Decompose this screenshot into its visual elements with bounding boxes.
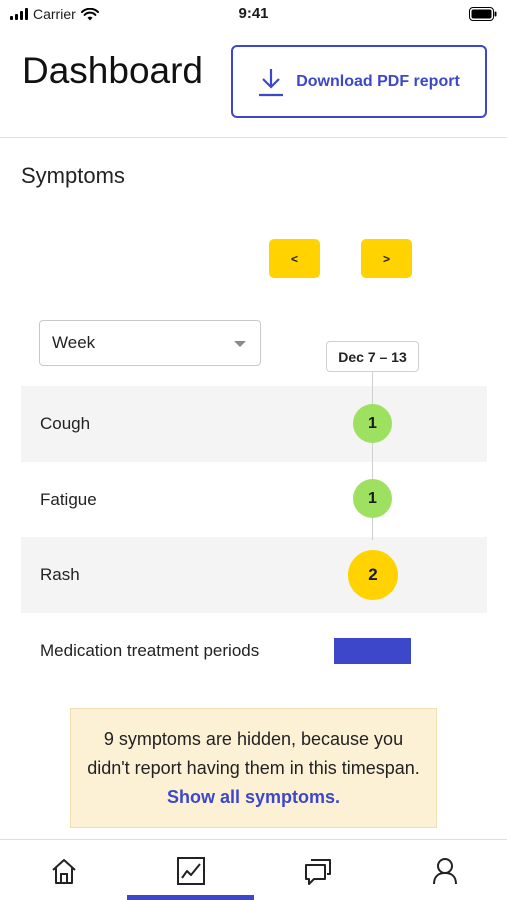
symptom-name: Rash <box>40 565 80 584</box>
prev-period-button[interactable]: < <box>269 239 320 278</box>
medication-label: Medication treatment periods <box>40 641 260 660</box>
tab-dashboard[interactable] <box>127 840 254 900</box>
status-bar: Carrier 9:41 <box>0 0 507 28</box>
tab-bar <box>0 839 507 900</box>
tab-messages[interactable] <box>254 840 381 900</box>
medication-period-bar[interactable] <box>334 638 411 664</box>
chart-icon <box>176 856 205 885</box>
period-select-value: Week <box>52 333 96 352</box>
page-title: Dashboard <box>22 50 204 91</box>
symptom-count-badge[interactable]: 1 <box>353 404 392 443</box>
section-title: Symptoms <box>21 163 125 188</box>
period-select[interactable]: Week <box>39 320 261 366</box>
notice-body: 9 symptoms are hidden, because you didn'… <box>85 725 422 812</box>
symptom-count-badge[interactable]: 2 <box>348 550 398 600</box>
caret-down-icon <box>234 341 246 347</box>
symptom-name: Cough <box>40 414 91 433</box>
tab-home[interactable] <box>0 840 127 900</box>
header: Dashboard Download PDF report <box>0 28 507 138</box>
status-time: 9:41 <box>238 5 269 22</box>
hidden-symptoms-notice: 9 symptoms are hidden, because you didn'… <box>70 708 437 828</box>
battery-icon <box>469 7 497 26</box>
download-label: Download PDF report <box>296 72 460 90</box>
active-tab-indicator <box>127 895 254 900</box>
download-pdf-button[interactable]: Download PDF report <box>231 45 487 118</box>
home-icon <box>51 858 76 884</box>
symptom-row-fatigue: Fatigue <box>21 462 487 538</box>
show-all-symptoms-link[interactable]: Show all symptoms. <box>167 787 340 807</box>
date-range-label: Dec 7 – 13 <box>326 341 419 372</box>
next-period-button[interactable]: > <box>361 239 412 278</box>
symptom-count-badge[interactable]: 1 <box>353 479 392 518</box>
tab-profile[interactable] <box>381 840 507 900</box>
profile-icon <box>432 857 457 884</box>
chat-icon <box>304 858 331 885</box>
symptom-name: Fatigue <box>40 490 97 509</box>
symptom-row-cough: Cough <box>21 386 487 462</box>
symptom-row-rash: Rash <box>21 537 487 613</box>
notice-text: 9 symptoms are hidden, because you didn'… <box>87 728 420 778</box>
download-icon <box>259 68 284 96</box>
